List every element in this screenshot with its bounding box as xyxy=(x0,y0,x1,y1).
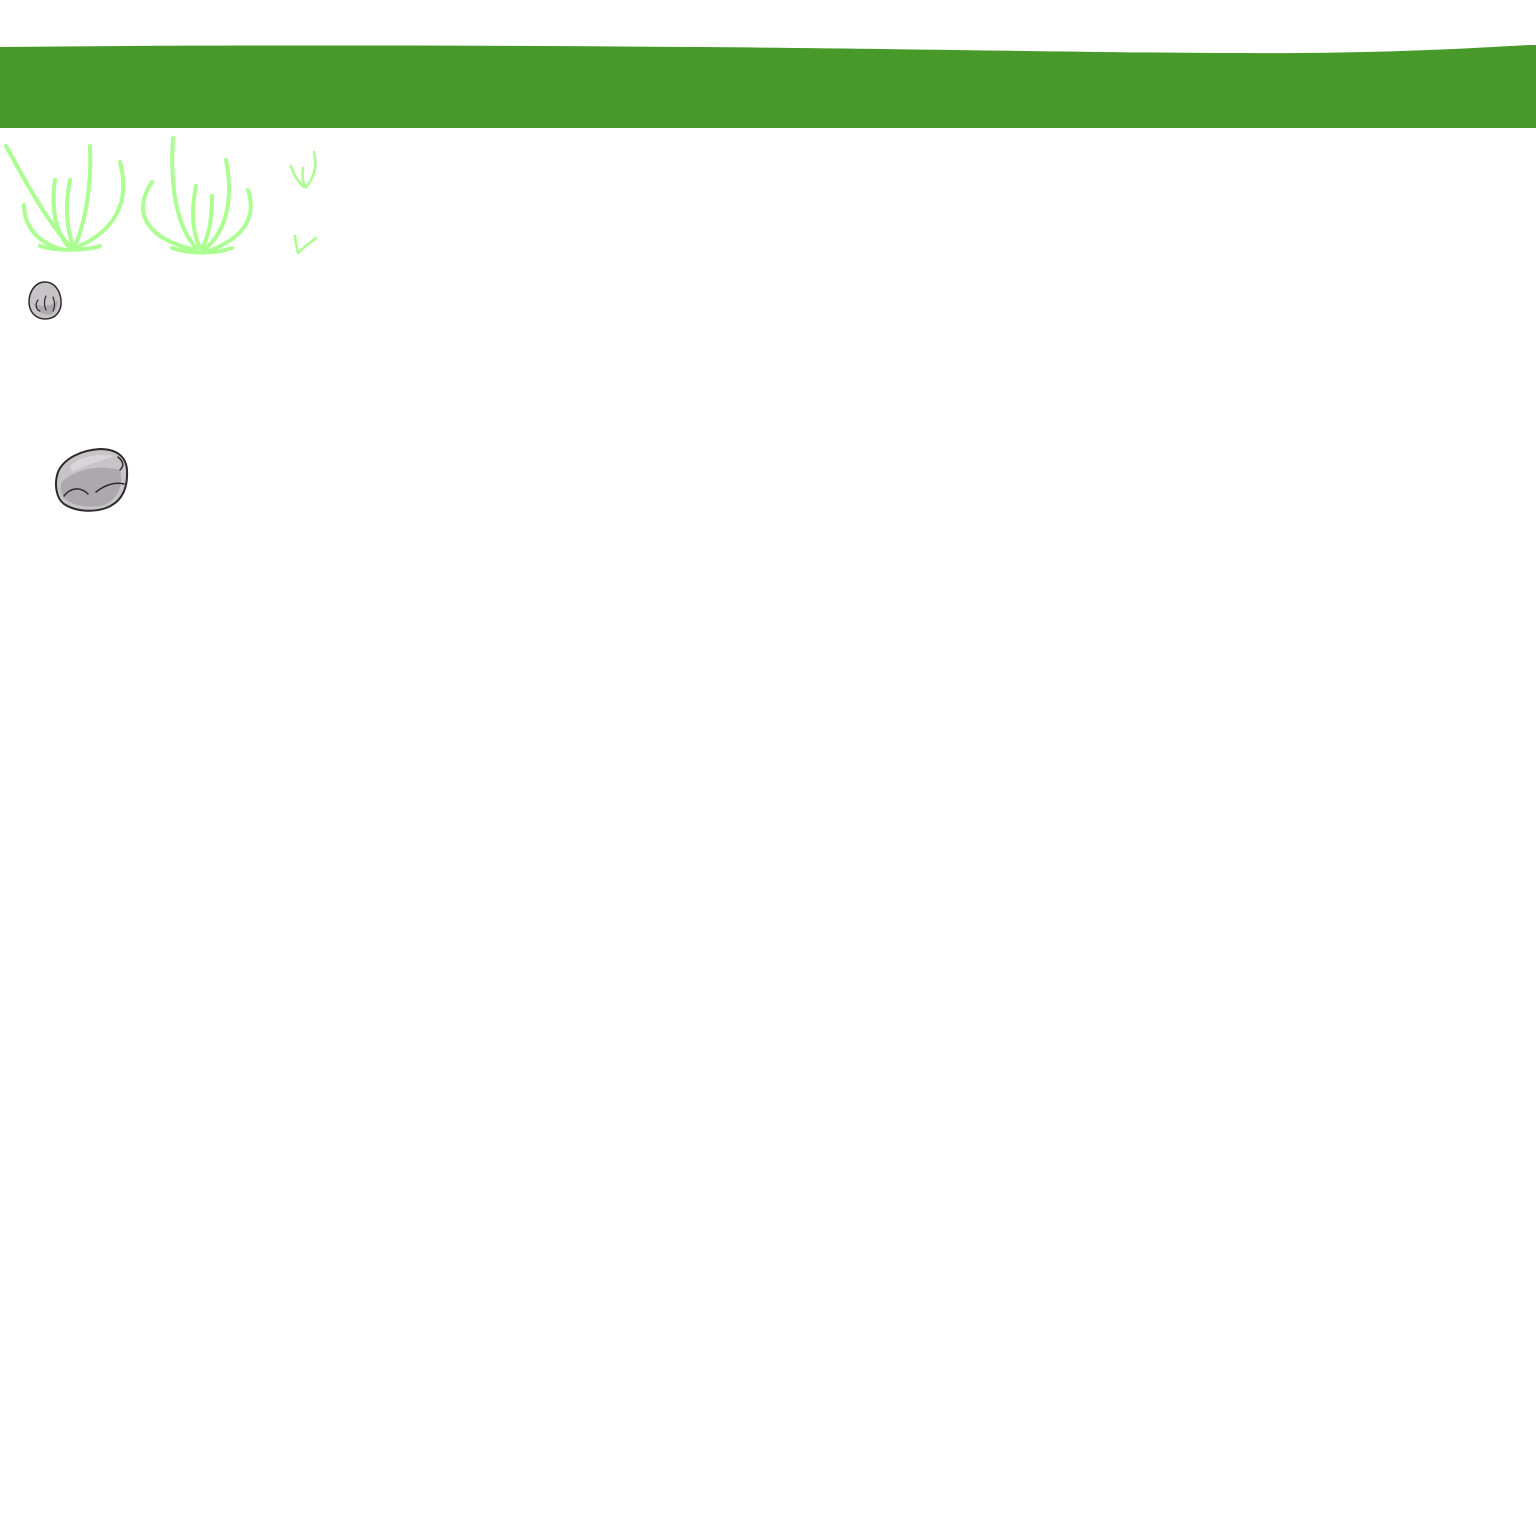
grass-blade xyxy=(65,178,75,248)
grass-blade xyxy=(301,166,307,189)
grass-tuft-medium xyxy=(141,136,253,255)
sprite-sheet-canvas xyxy=(0,45,1536,512)
grass-sprig-small xyxy=(289,150,317,189)
grass-blade xyxy=(200,194,214,250)
ground-strip xyxy=(0,45,1536,128)
ground-strip-fill xyxy=(0,45,1536,128)
grass-tuft-large xyxy=(4,144,126,252)
grass-blade xyxy=(293,234,300,255)
grass-blade xyxy=(304,150,317,189)
grass-blade xyxy=(72,144,93,250)
grass-sprig-tiny xyxy=(293,234,318,255)
sprite-sheet xyxy=(0,0,1536,1536)
pebble-small xyxy=(28,281,62,320)
grass-blade xyxy=(191,184,202,250)
grass-blade xyxy=(296,236,318,255)
rock-medium xyxy=(55,447,129,512)
